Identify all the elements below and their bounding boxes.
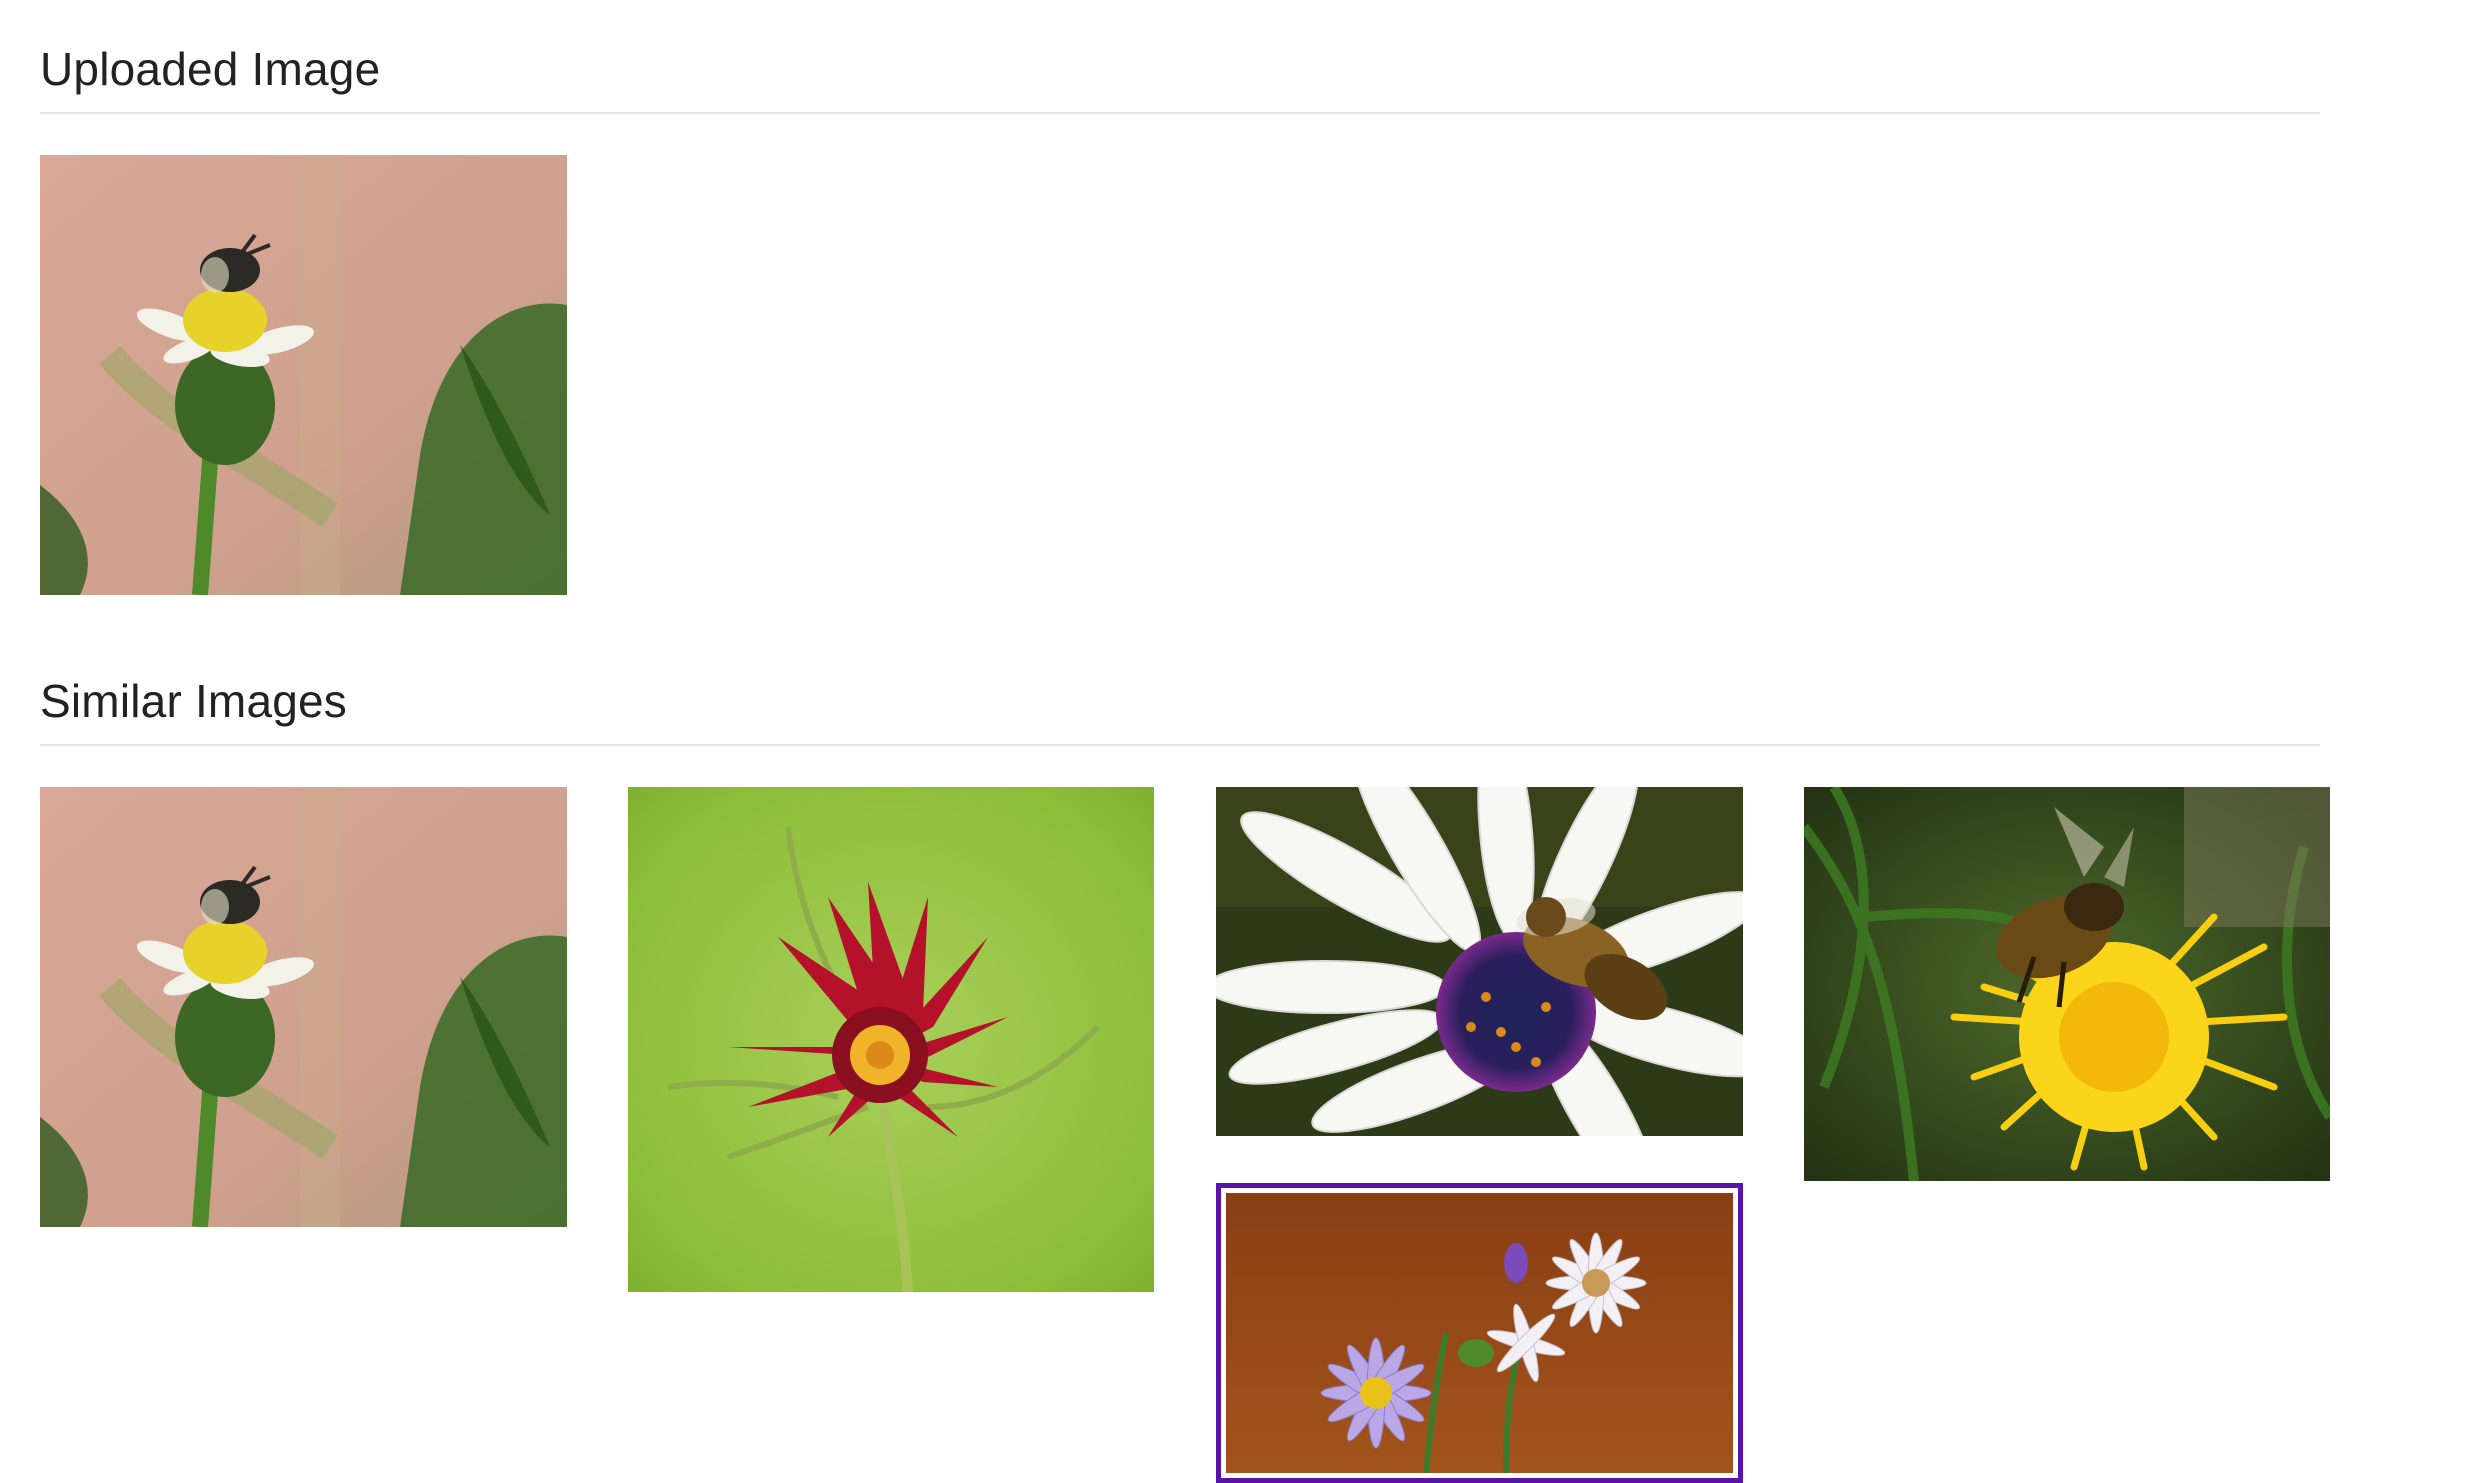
uploaded-image-title: Uploaded Image (40, 43, 381, 95)
photo-asters-icon (1226, 1193, 1733, 1473)
similar-images-title: Similar Images (40, 675, 347, 727)
photo-bee-daisy-icon (1216, 787, 1743, 1136)
similar-divider (40, 744, 2320, 746)
photo-red-flower-icon (628, 787, 1154, 1292)
similar-image-5[interactable] (1216, 1183, 1743, 1483)
uploaded-divider (40, 112, 2320, 114)
uploaded-image-thumbnail[interactable] (40, 155, 567, 595)
photo-bee-white-flower-icon (40, 155, 567, 595)
similar-image-3[interactable] (1216, 787, 1743, 1136)
similar-image-4[interactable] (1804, 787, 2330, 1181)
photo-bee-dandelion-icon (1804, 787, 2330, 1181)
similar-image-2[interactable] (628, 787, 1154, 1292)
uploaded-image-section: Uploaded Image (40, 40, 2320, 600)
similar-image-1[interactable] (40, 787, 567, 1227)
similar-images-section: Similar Images (40, 672, 2330, 1483)
photo-bee-white-flower-icon (40, 787, 567, 1227)
